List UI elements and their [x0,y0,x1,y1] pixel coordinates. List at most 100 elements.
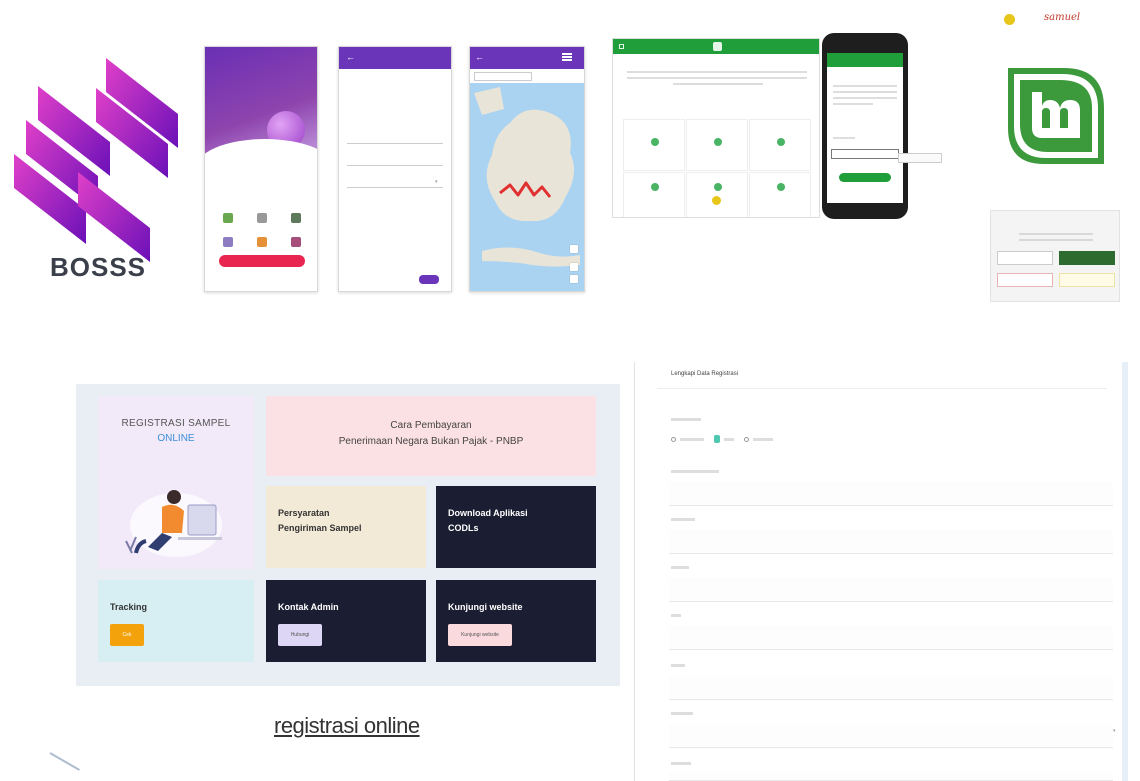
text-line [1019,233,1093,235]
form-title: Lengkapi Data Registrasi [671,371,739,377]
feature-icon [714,138,722,146]
feature-icon [777,138,785,146]
menu-icon[interactable] [291,213,301,223]
phone-mockup-screen [827,53,903,203]
form-app-bar [339,47,451,69]
bosss-brand-text: BOSSS [50,252,147,282]
tracking-button[interactable]: Cek [110,624,144,646]
menu-icon[interactable] [291,237,301,247]
registrasi-dashboard: REGISTRASI SAMPEL ONLINE Cara Pembayaran… [76,384,620,686]
persyaratan-line2: Pengiriman Sampel [278,523,362,533]
menu-icon[interactable] [223,237,233,247]
feature-tile[interactable] [749,172,811,217]
text-input[interactable] [669,676,1113,700]
dialog-button[interactable] [997,273,1053,287]
text-input[interactable] [669,530,1113,554]
feature-icon [651,183,659,191]
registrasi-subtitle: ONLINE [157,433,195,444]
form-field[interactable] [347,165,443,166]
signature-text: samuel [1044,12,1081,23]
field-label-placeholder [671,614,681,617]
text-line [627,71,807,73]
phone-screen-home [204,46,318,292]
form-submit-button[interactable] [419,275,439,284]
feature-tile[interactable] [686,119,748,171]
dialog-button[interactable] [997,251,1053,265]
phone-screen-map: ← [469,46,585,292]
tile-kunjungi-website: Kunjungi website Kunjungi website [436,580,596,662]
field-label-placeholder [671,566,689,569]
registrasi-online-caption: registrasi online [274,713,420,738]
zoom-out-icon[interactable] [570,275,578,283]
app-logo-icon [713,42,722,51]
back-arrow-icon[interactable]: ← [475,52,484,62]
map-tab[interactable] [503,73,531,80]
map-location-icon[interactable] [570,245,578,253]
radio-label [753,437,773,441]
download-line2: CODLs [448,523,479,533]
menu-icon[interactable] [257,213,267,223]
cara-title: Cara Pembayaran [390,420,472,431]
home-primary-button[interactable] [219,255,305,267]
cara-subtitle: Penerimaan Negara Bukan Pajak - PNBP [338,436,524,447]
kunjungi-button[interactable]: Kunjungi website [448,624,512,646]
callout-tooltip [898,153,942,163]
text-input[interactable] [669,626,1113,650]
select-input[interactable] [669,724,1113,748]
tile-tracking: Tracking Cek [98,580,254,662]
download-line1: Download Aplikasi [448,508,528,518]
feature-icon [777,183,785,191]
radio-label [724,437,734,441]
status-dot-icon [1004,14,1015,25]
map-view[interactable] [470,83,584,291]
sun-icon [712,196,721,205]
feature-icon [651,138,659,146]
text-line [833,91,897,93]
radio-button-selected[interactable] [714,435,720,443]
text-line [673,83,763,85]
zoom-in-icon[interactable] [570,263,578,271]
text-line [833,103,873,105]
menu-icon[interactable] [562,53,572,61]
map-tab[interactable] [475,73,503,80]
radio-group [671,435,779,443]
feature-tile[interactable] [623,119,685,171]
tile-kontak-admin: Kontak Admin Hubungi [266,580,426,662]
text-input[interactable] [669,482,1113,506]
text-input[interactable] [669,772,1113,781]
kontak-title: Kontak Admin [278,602,339,612]
form-field[interactable] [347,187,443,188]
form-field[interactable] [347,143,443,144]
radio-label [680,437,704,441]
field-label [833,137,855,139]
phone-app-bar [827,53,903,67]
chevron-down-icon: ▾ [1113,728,1116,734]
person-laptop-illustration [125,490,222,557]
tile-download-aplikasi[interactable]: Download Aplikasi CODLs [436,486,596,568]
phone-submit-button[interactable] [839,173,891,182]
tile-cara-pembayaran[interactable]: Cara Pembayaran Penerimaan Negara Bukan … [266,396,596,476]
phone-input-field[interactable] [831,149,899,159]
kontak-button[interactable]: Hubungi [278,624,322,646]
menu-icon[interactable] [619,44,624,49]
feature-tile[interactable] [686,172,748,217]
persyaratan-title: Persyaratan Pengiriman Sampel [278,506,362,536]
radio-button[interactable] [744,436,749,442]
radio-button[interactable] [671,436,676,442]
menu-icon[interactable] [257,237,267,247]
feature-tile[interactable] [623,172,685,217]
back-arrow-icon[interactable]: ← [346,52,355,62]
dialog-button[interactable] [1059,273,1115,287]
dialog-primary-button[interactable] [1059,251,1115,265]
feature-tile[interactable] [749,119,811,171]
field-label-placeholder [671,762,691,765]
tablet-screen [612,38,820,218]
text-input[interactable] [669,578,1113,602]
tile-registrasi-sampel[interactable]: REGISTRASI SAMPEL ONLINE [98,396,254,569]
tile-persyaratan[interactable]: Persyaratan Pengiriman Sampel [266,486,426,568]
persyaratan-line1: Persyaratan [278,508,330,518]
map-type-tabs[interactable] [474,72,532,81]
menu-icon[interactable] [223,213,233,223]
map-land [474,87,580,267]
text-line [833,85,897,87]
